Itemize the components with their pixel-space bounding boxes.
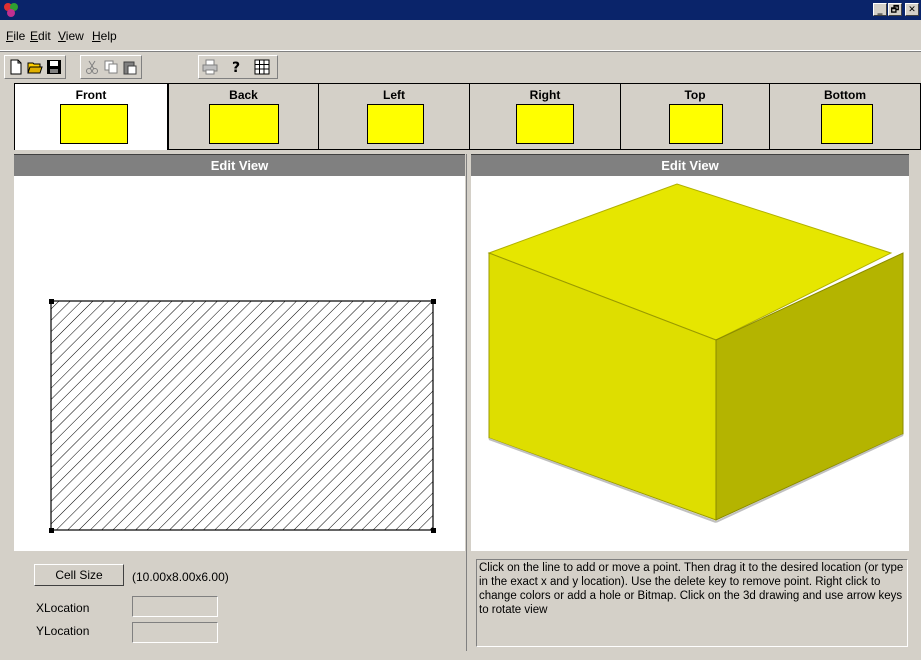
tab-top-label: Top: [684, 88, 706, 102]
maximize-button[interactable]: 🗗: [888, 3, 902, 16]
cell-size-value: (10.00x8.00x6.00): [132, 570, 229, 584]
tab-front[interactable]: Front: [14, 83, 168, 150]
x-location-field[interactable]: [132, 596, 218, 617]
copy-icon[interactable]: [103, 59, 119, 75]
edit-view-2d-canvas[interactable]: [14, 176, 465, 551]
new-file-icon[interactable]: [8, 59, 24, 75]
close-button[interactable]: ✕: [905, 3, 919, 16]
corner-handle[interactable]: [431, 299, 436, 304]
save-icon[interactable]: [46, 59, 62, 75]
toolbar-group-file: [4, 55, 66, 79]
tab-right[interactable]: Right: [469, 83, 621, 150]
title-bar: _ 🗗 ✕: [0, 0, 921, 20]
right-color-swatch: [516, 104, 574, 144]
help-text-box: Click on the line to add or move a point…: [476, 559, 908, 647]
app-icon[interactable]: [3, 2, 19, 18]
right-pane-header: Edit View: [471, 154, 909, 177]
x-location-label: XLocation: [36, 601, 90, 615]
tab-back[interactable]: Back: [168, 83, 319, 150]
tab-left-label: Left: [383, 88, 405, 102]
tab-front-label: Front: [75, 88, 107, 102]
paste-icon[interactable]: [122, 59, 138, 75]
open-folder-icon[interactable]: [27, 59, 43, 75]
menu-bar: File Edit View Help: [0, 20, 921, 51]
front-color-swatch: [60, 104, 128, 144]
face-outline-drawing[interactable]: [14, 176, 465, 551]
menu-file[interactable]: File: [6, 29, 25, 43]
print-icon[interactable]: [202, 59, 218, 75]
y-location-field[interactable]: [132, 622, 218, 643]
cell-size-button[interactable]: Cell Size: [34, 564, 124, 586]
svg-text:?: ?: [232, 60, 240, 75]
face-shape[interactable]: [50, 300, 434, 531]
tab-bottom-label: Bottom: [824, 88, 866, 102]
bottom-color-swatch: [821, 104, 873, 144]
tab-right-label: Right: [529, 88, 561, 102]
left-color-swatch: [367, 104, 424, 144]
back-color-swatch: [209, 104, 279, 144]
tab-top[interactable]: Top: [620, 83, 770, 150]
pane-splitter[interactable]: [466, 154, 470, 651]
tab-back-label: Back: [229, 88, 258, 102]
menu-edit[interactable]: Edit: [30, 29, 51, 43]
cell-controls-panel: Cell Size (10.00x8.00x6.00) XLocation YL…: [14, 551, 465, 649]
tab-bottom[interactable]: Bottom: [769, 83, 921, 150]
minimize-button[interactable]: _: [873, 3, 887, 16]
menu-view[interactable]: View: [58, 29, 84, 43]
corner-handle[interactable]: [49, 528, 54, 533]
menu-help[interactable]: Help: [92, 29, 117, 43]
toolbar-group-clipboard: [80, 55, 142, 79]
corner-handle[interactable]: [49, 299, 54, 304]
y-location-label: YLocation: [36, 624, 90, 638]
grid-icon[interactable]: [254, 59, 270, 75]
top-color-swatch: [669, 104, 723, 144]
tab-left[interactable]: Left: [318, 83, 470, 150]
help-icon[interactable]: ?: [229, 59, 245, 75]
edit-view-3d-canvas[interactable]: [471, 176, 909, 551]
corner-handle[interactable]: [431, 528, 436, 533]
box-3d-drawing[interactable]: [471, 176, 909, 551]
toolbar: ?: [0, 51, 921, 82]
toolbar-group-misc: ?: [198, 55, 278, 79]
left-pane-header: Edit View: [14, 154, 465, 177]
cut-icon[interactable]: [84, 59, 100, 75]
face-tabs: Front Back Left Right Top Bottom: [0, 83, 921, 151]
